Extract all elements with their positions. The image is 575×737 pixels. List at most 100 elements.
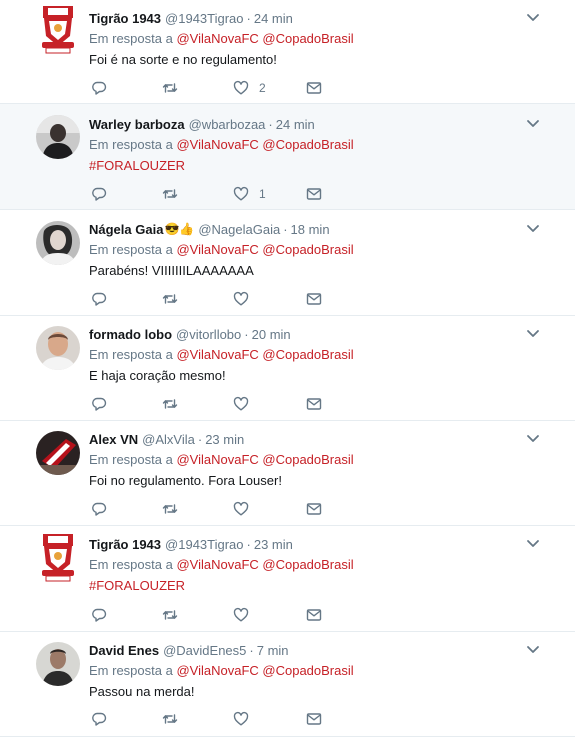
display-name[interactable]: David Enes [89, 643, 159, 658]
like-button[interactable] [233, 290, 259, 308]
username[interactable]: @wbarbozaa [189, 117, 266, 132]
reply-button[interactable] [91, 500, 107, 518]
mention-copadobrasil[interactable]: @CopadoBrasil [262, 31, 353, 46]
separator-dot: · [268, 116, 273, 132]
avatar[interactable] [36, 431, 80, 475]
chevron-down-icon[interactable] [526, 434, 540, 444]
tweet-actions [89, 606, 349, 626]
direct-message-button[interactable] [306, 395, 322, 413]
timestamp[interactable]: 24 min [254, 11, 293, 26]
mention-copadobrasil[interactable]: @CopadoBrasil [262, 452, 353, 467]
mention-vilanova[interactable]: @VilaNovaFC [176, 452, 258, 467]
avatar[interactable] [40, 534, 76, 582]
timestamp[interactable]: 7 min [257, 643, 289, 658]
mention-copadobrasil[interactable]: @CopadoBrasil [262, 137, 353, 152]
avatar[interactable] [40, 6, 76, 54]
avatar[interactable] [36, 642, 80, 686]
tweet-6[interactable]: Tigrão 1943 @1943Tigrao · 23 min Em resp… [0, 526, 575, 632]
reply-button[interactable] [91, 606, 107, 624]
direct-message-button[interactable] [306, 500, 322, 518]
chevron-down-icon[interactable] [526, 13, 540, 23]
username[interactable]: @DavidEnes5 [163, 643, 246, 658]
display-name[interactable]: Tigrão 1943 [89, 11, 161, 26]
avatar[interactable] [36, 326, 80, 370]
reply-button[interactable] [91, 290, 107, 308]
retweet-button[interactable] [162, 710, 178, 728]
tweet-hashtag[interactable]: #FORALOUZER [89, 578, 185, 593]
timestamp[interactable]: 24 min [276, 117, 315, 132]
avatar[interactable] [36, 115, 80, 159]
mention-copadobrasil[interactable]: @CopadoBrasil [262, 242, 353, 257]
club-crest-icon [42, 534, 74, 582]
separator-dot: · [246, 536, 251, 552]
reply-button[interactable] [91, 710, 107, 728]
timestamp[interactable]: 23 min [254, 537, 293, 552]
tweet-header: Alex VN @AlxVila · 23 min [89, 430, 244, 448]
tweet-5[interactable]: Alex VN @AlxVila · 23 min Em resposta a … [0, 421, 575, 526]
retweet-button[interactable] [162, 395, 178, 413]
retweet-button[interactable] [162, 500, 178, 518]
mention-copadobrasil[interactable]: @CopadoBrasil [262, 663, 353, 678]
retweet-button[interactable] [162, 79, 178, 97]
user-photo-icon [36, 115, 80, 159]
username[interactable]: @AlxVila [142, 432, 195, 447]
display-name[interactable]: Alex VN [89, 432, 138, 447]
reply-button[interactable] [91, 185, 107, 203]
separator-dot: · [197, 431, 203, 447]
retweet-icon [162, 294, 178, 304]
chevron-down-icon[interactable] [526, 119, 540, 129]
retweet-button[interactable] [162, 185, 178, 203]
mention-vilanova[interactable]: @VilaNovaFC [176, 347, 258, 362]
tweet-7[interactable]: David Enes @DavidEnes5 · 7 min Em respos… [0, 632, 575, 737]
username[interactable]: @1943Tigrao [165, 537, 243, 552]
username[interactable]: @1943Tigrao [165, 11, 243, 26]
mention-copadobrasil[interactable]: @CopadoBrasil [262, 557, 353, 572]
tweet-4[interactable]: formado lobo @vitorllobo · 20 min Em res… [0, 316, 575, 421]
retweet-button[interactable] [162, 606, 178, 624]
like-button[interactable] [233, 500, 259, 518]
direct-message-button[interactable] [306, 79, 322, 97]
mention-copadobrasil[interactable]: @CopadoBrasil [262, 347, 353, 362]
reply-button[interactable] [91, 79, 107, 97]
username[interactable]: @vitorllobo [176, 327, 241, 342]
display-name[interactable]: Nágela Gaia [89, 222, 163, 237]
direct-message-button[interactable] [306, 606, 322, 624]
mention-vilanova[interactable]: @VilaNovaFC [176, 557, 258, 572]
retweet-button[interactable] [162, 290, 178, 308]
user-photo-icon [36, 431, 80, 475]
chevron-down-icon[interactable] [526, 329, 540, 339]
avatar[interactable] [36, 221, 80, 265]
reply-prefix: Em resposta a [89, 31, 173, 46]
separator-dot: · [249, 642, 254, 658]
tweet-2[interactable]: Warley barboza @wbarbozaa · 24 min Em re… [0, 104, 575, 210]
reply-button[interactable] [91, 395, 107, 413]
chevron-down-icon[interactable] [526, 645, 540, 655]
tweet-3[interactable]: Nágela Gaia 😎👍 @NagelaGaia · 18 min Em r… [0, 210, 575, 316]
mention-vilanova[interactable]: @VilaNovaFC [176, 31, 258, 46]
like-button[interactable]: 1 [233, 185, 266, 203]
display-name[interactable]: formado lobo [89, 327, 172, 342]
like-button[interactable]: 2 [233, 79, 266, 97]
direct-message-icon [306, 713, 322, 725]
direct-message-button[interactable] [306, 290, 322, 308]
direct-message-button[interactable] [306, 710, 322, 728]
chevron-down-icon[interactable] [526, 224, 540, 234]
like-button[interactable] [233, 395, 259, 413]
chevron-down-icon[interactable] [526, 539, 540, 549]
tweet-hashtag[interactable]: #FORALOUZER [89, 158, 185, 173]
timestamp[interactable]: 20 min [252, 327, 291, 342]
username[interactable]: @NagelaGaia [198, 222, 280, 237]
direct-message-button[interactable] [306, 185, 322, 203]
like-button[interactable] [233, 710, 259, 728]
tweet-text: Parabéns! VIIIIIIILAAAAAAA [89, 263, 254, 278]
mention-vilanova[interactable]: @VilaNovaFC [176, 137, 258, 152]
display-name[interactable]: Tigrão 1943 [89, 537, 161, 552]
tweet-1[interactable]: Tigrão 1943 @1943Tigrao · 24 min Em resp… [0, 0, 575, 104]
mention-vilanova[interactable]: @VilaNovaFC [176, 663, 258, 678]
timestamp[interactable]: 23 min [205, 432, 244, 447]
reply-timeline: Tigrão 1943 @1943Tigrao · 24 min Em resp… [0, 0, 575, 737]
timestamp[interactable]: 18 min [291, 222, 330, 237]
mention-vilanova[interactable]: @VilaNovaFC [176, 242, 258, 257]
display-name[interactable]: Warley barboza [89, 117, 185, 132]
like-button[interactable] [233, 606, 259, 624]
